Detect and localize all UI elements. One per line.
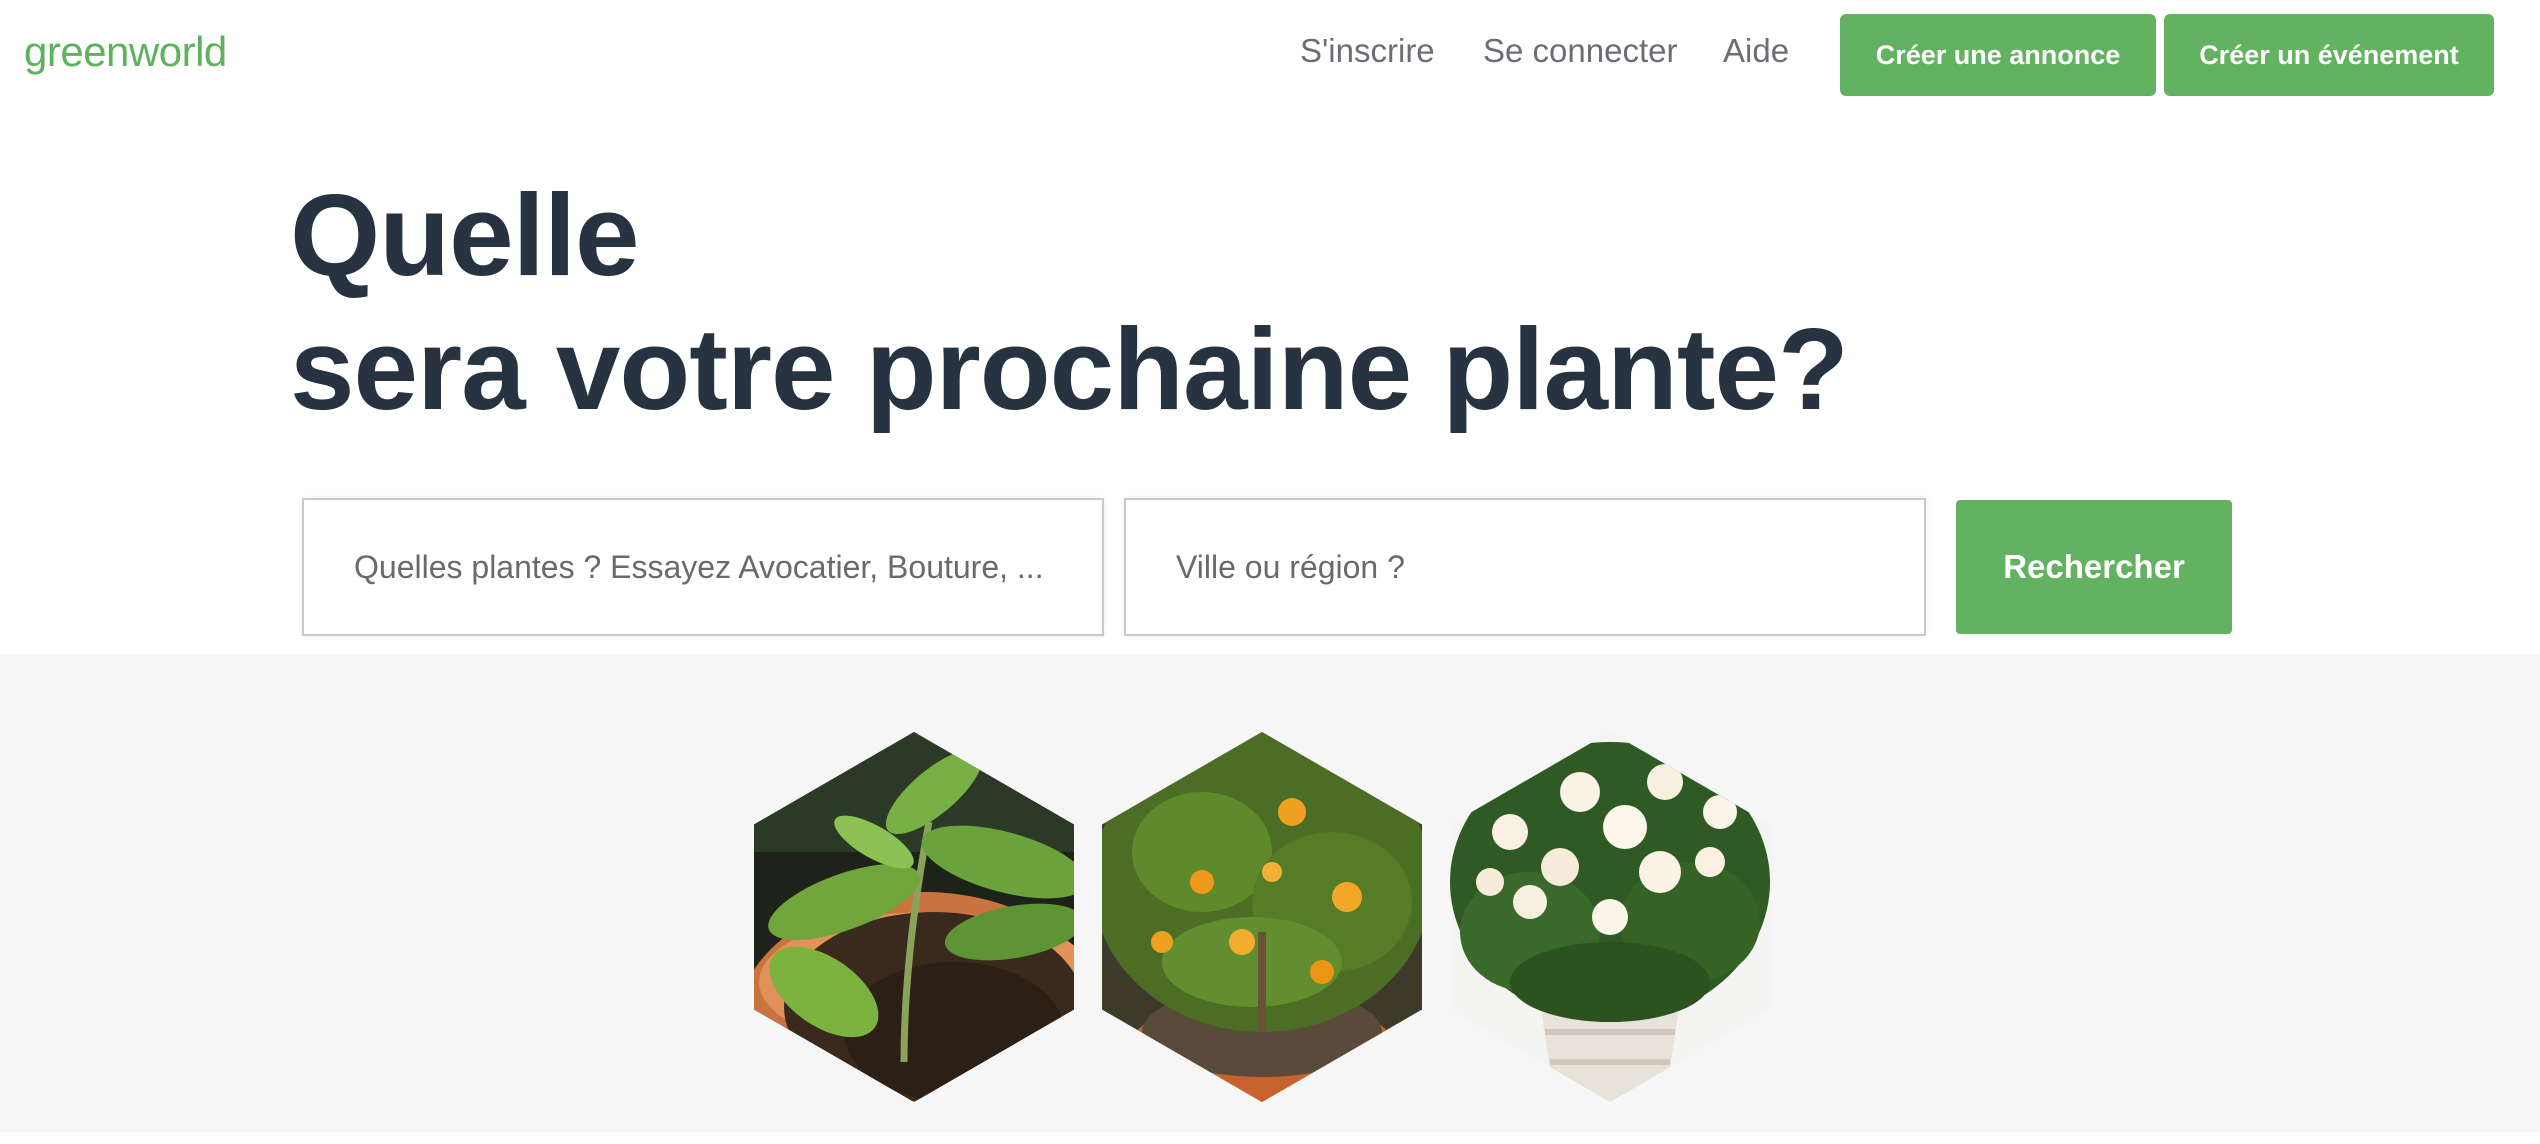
plant-search-input[interactable]	[354, 548, 1102, 586]
hero-title-line-2: sera votre prochaine plante?	[290, 304, 1849, 434]
signup-link[interactable]: S'inscrire	[1300, 32, 1435, 70]
hero-title: Quelle sera votre prochaine plante?	[290, 168, 1849, 436]
create-ad-button[interactable]: Créer une annonce	[1840, 14, 2156, 96]
create-event-button[interactable]: Créer un événement	[2164, 14, 2494, 96]
page: greenworld S'inscrire Se connecter Aide …	[0, 0, 2540, 1144]
location-search-input[interactable]	[1176, 548, 1924, 586]
location-search-field[interactable]	[1124, 498, 1926, 636]
hero-title-line-1: Quelle	[290, 170, 640, 300]
plant-search-field[interactable]	[302, 498, 1104, 636]
help-link[interactable]: Aide	[1723, 32, 1789, 70]
search-button[interactable]: Rechercher	[1956, 500, 2232, 634]
login-link[interactable]: Se connecter	[1483, 32, 1677, 70]
logo[interactable]: greenworld	[24, 28, 227, 76]
top-navigation: greenworld S'inscrire Se connecter Aide …	[0, 0, 2540, 110]
